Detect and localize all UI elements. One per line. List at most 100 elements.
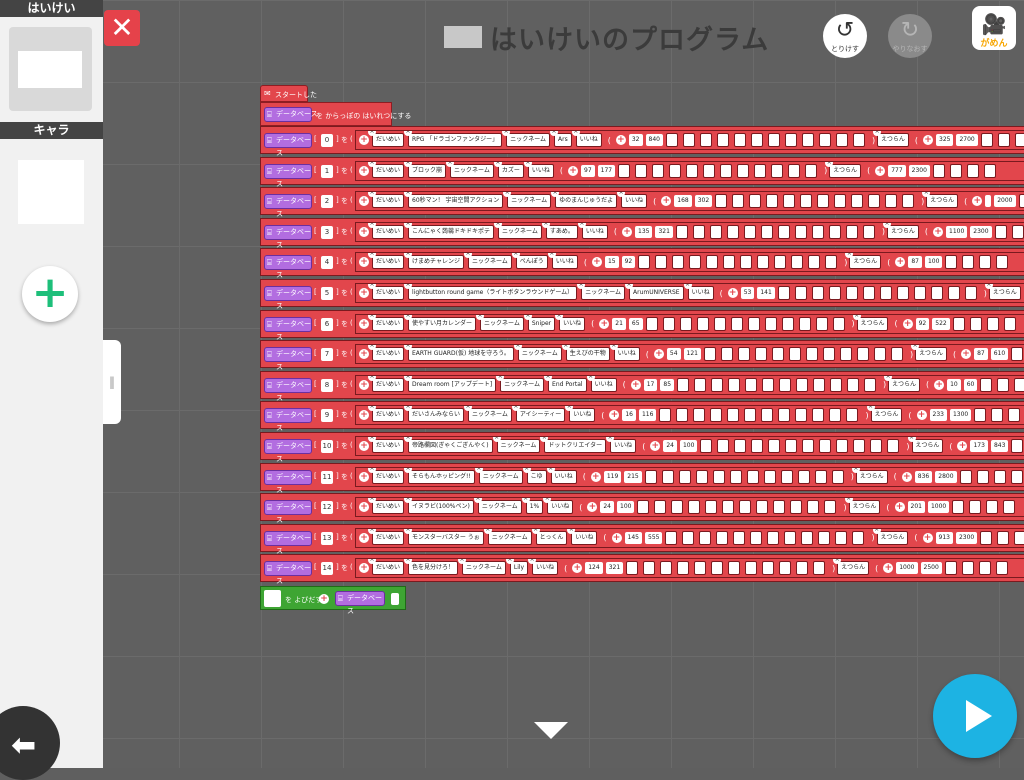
empty-slot[interactable]	[817, 194, 830, 209]
empty-slot[interactable]	[896, 286, 909, 300]
empty-slot[interactable]	[733, 530, 746, 545]
database-variable[interactable]: データベース	[264, 224, 312, 249]
plus-icon[interactable]: +	[902, 318, 913, 329]
key-views[interactable]: × えつらん	[873, 131, 909, 147]
key-nickname[interactable]: × ニックネーム	[458, 559, 506, 576]
plus-icon[interactable]: +	[359, 410, 369, 421]
empty-slot[interactable]	[703, 163, 716, 178]
value-title[interactable]: × RPG 「ドラゴンファンタジー」	[404, 131, 503, 147]
empty-slot[interactable]	[847, 377, 860, 392]
empty-slot[interactable]	[665, 133, 678, 147]
empty-slot[interactable]	[740, 255, 753, 270]
like-value-a[interactable]: 16	[622, 409, 636, 422]
empty-slot[interactable]	[983, 163, 996, 178]
views-value-a[interactable]: 87	[908, 256, 922, 269]
like-value-b[interactable]: 100	[617, 501, 635, 514]
key-views[interactable]: × えつらん	[844, 498, 881, 515]
key-nickname[interactable]: × ニックネーム	[476, 314, 524, 331]
empty-slot[interactable]	[734, 439, 747, 453]
empty-slot[interactable]	[996, 255, 1009, 270]
empty-slot[interactable]	[930, 286, 943, 300]
empty-slot[interactable]	[959, 469, 972, 484]
key-title[interactable]: × だいめい	[368, 253, 405, 270]
back-button[interactable]: ⬅	[0, 706, 60, 780]
empty-slot[interactable]	[834, 194, 847, 209]
plus-icon[interactable]: +	[568, 165, 579, 176]
empty-slot[interactable]	[730, 316, 743, 331]
empty-slot[interactable]	[868, 194, 881, 209]
empty-slot[interactable]	[751, 439, 764, 453]
database-variable[interactable]: データベース	[264, 408, 312, 432]
slot[interactable]	[391, 593, 399, 605]
empty-slot[interactable]	[952, 500, 965, 515]
database-row-block[interactable]: データベース[12]を(+×だいめい×イヌラビ(100%ペン)×ニックネーム×1…	[260, 493, 1024, 524]
database-variable[interactable]: データベース	[264, 561, 312, 585]
empty-slot[interactable]	[771, 163, 784, 178]
remove-icon[interactable]: ×	[368, 437, 376, 442]
key-views[interactable]: × えつらん	[922, 192, 959, 209]
empty-slot[interactable]	[710, 408, 723, 423]
empty-slot[interactable]	[980, 377, 993, 392]
plus-icon[interactable]: +	[359, 288, 369, 298]
empty-slot[interactable]	[952, 316, 965, 331]
empty-slot[interactable]	[1018, 194, 1024, 209]
empty-slot[interactable]	[862, 286, 875, 300]
empty-slot[interactable]	[852, 530, 865, 545]
empty-slot[interactable]	[873, 347, 886, 362]
value-nickname[interactable]: × ゆのまんじゅうだよ	[551, 192, 618, 209]
key-like[interactable]: × いいね	[555, 314, 586, 331]
views-value-b[interactable]: 2300	[908, 164, 930, 177]
database-row-block[interactable]: データベース[8]を(+×だいめい×Dream room [アップデート]×ニッ…	[260, 370, 1024, 402]
database-variable[interactable]: データベース	[264, 286, 312, 310]
empty-slot[interactable]	[644, 469, 657, 484]
remove-icon[interactable]: ×	[683, 284, 692, 289]
empty-slot[interactable]	[746, 469, 759, 484]
remove-icon[interactable]: ×	[540, 437, 549, 442]
empty-slot[interactable]	[669, 163, 682, 178]
plus-icon[interactable]: +	[590, 471, 601, 482]
plus-icon[interactable]: +	[359, 349, 369, 360]
value-nickname[interactable]: × ぺんぽう	[511, 253, 548, 270]
remove-icon[interactable]: ×	[851, 467, 860, 473]
empty-slot[interactable]	[635, 163, 648, 178]
empty-slot[interactable]	[828, 286, 841, 300]
empty-slot[interactable]	[856, 347, 869, 362]
empty-slot[interactable]	[815, 316, 828, 331]
views-value-b[interactable]: 2800	[935, 470, 957, 483]
views-value-b[interactable]: 60	[963, 378, 978, 391]
empty-slot[interactable]	[679, 316, 692, 331]
empty-slot[interactable]	[794, 286, 807, 300]
remove-icon[interactable]: ×	[502, 131, 511, 136]
empty-slot[interactable]	[969, 500, 982, 515]
remove-icon[interactable]: ×	[483, 528, 492, 534]
empty-slot[interactable]	[689, 255, 702, 270]
dictionary-block[interactable]: + × だいめい × RPG 「ドラゴンファンタジー」 × ニックネーム × Ars × いいね(+…	[355, 130, 1024, 150]
empty-slot[interactable]	[723, 255, 736, 270]
remove-icon[interactable]: ×	[404, 375, 413, 381]
empty-slot[interactable]	[997, 530, 1010, 545]
key-nickname[interactable]: × ニックネーム	[502, 131, 551, 147]
views-value-b[interactable]: 610	[990, 348, 1009, 361]
plus-icon[interactable]: +	[611, 532, 622, 543]
plus-icon[interactable]: +	[615, 135, 626, 145]
empty-slot[interactable]	[805, 163, 818, 178]
like-value-a[interactable]: 32	[628, 134, 643, 146]
key-title[interactable]: × だいめい	[368, 192, 405, 209]
empty-slot[interactable]	[654, 500, 667, 515]
empty-slot[interactable]	[969, 316, 982, 331]
empty-slot[interactable]	[638, 255, 651, 270]
key-title[interactable]: × だいめい	[368, 284, 405, 300]
drawer-handle[interactable]: ‖	[103, 340, 121, 424]
like-value-b[interactable]: 85	[660, 378, 675, 391]
key-nickname[interactable]: × ニックネーム	[483, 528, 532, 545]
remove-icon[interactable]: ×	[368, 314, 376, 320]
empty-slot[interactable]	[660, 561, 673, 576]
value-nickname[interactable]: × Lily	[505, 559, 529, 576]
value-nickname[interactable]: × すあめ。	[541, 222, 578, 239]
empty-slot[interactable]	[997, 377, 1010, 392]
empty-slot[interactable]	[706, 255, 719, 270]
empty-slot[interactable]	[672, 255, 685, 270]
key-like[interactable]: × いいね	[543, 498, 574, 515]
database-row-block[interactable]: データベース[5]を(+×だいめい×lightbutton round game…	[260, 279, 1024, 310]
empty-slot[interactable]	[980, 133, 993, 147]
